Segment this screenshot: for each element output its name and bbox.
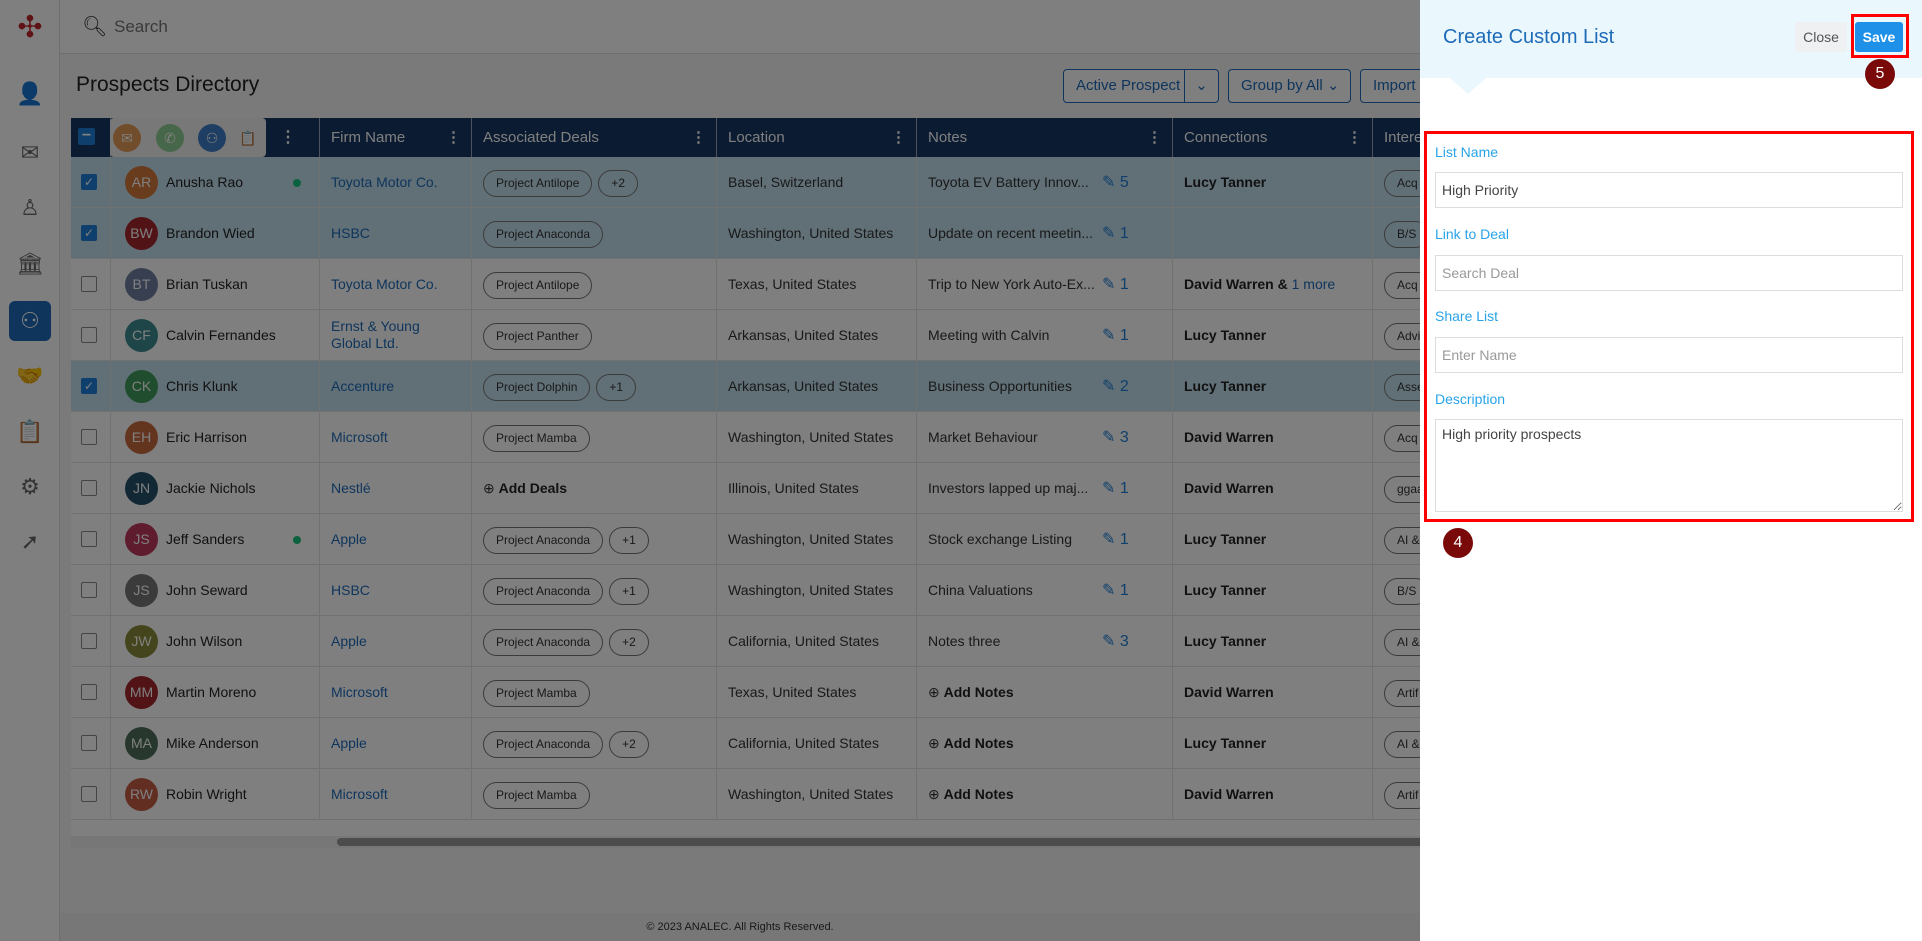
step-badge-5: 5 xyxy=(1865,59,1895,89)
panel-pointer xyxy=(1450,78,1486,94)
share-list-label: Share List xyxy=(1435,308,1499,324)
save-highlight xyxy=(1851,14,1909,58)
close-button[interactable]: Close xyxy=(1795,22,1847,52)
create-custom-list-panel: Create Custom List Close Save 5 4 List N… xyxy=(1420,0,1922,941)
link-deal-input[interactable] xyxy=(1435,255,1903,291)
share-list-input[interactable] xyxy=(1435,337,1903,373)
list-name-input[interactable] xyxy=(1435,172,1903,208)
list-name-label: List Name xyxy=(1435,144,1499,160)
description-label: Description xyxy=(1435,391,1506,407)
description-textarea[interactable]: High priority prospects xyxy=(1435,419,1903,512)
modal-backdrop[interactable] xyxy=(0,0,1420,941)
link-deal-label: Link to Deal xyxy=(1435,226,1509,242)
step-badge-4: 4 xyxy=(1443,528,1473,558)
panel-header: Create Custom List Close Save xyxy=(1420,0,1922,78)
panel-title: Create Custom List xyxy=(1443,26,1615,48)
